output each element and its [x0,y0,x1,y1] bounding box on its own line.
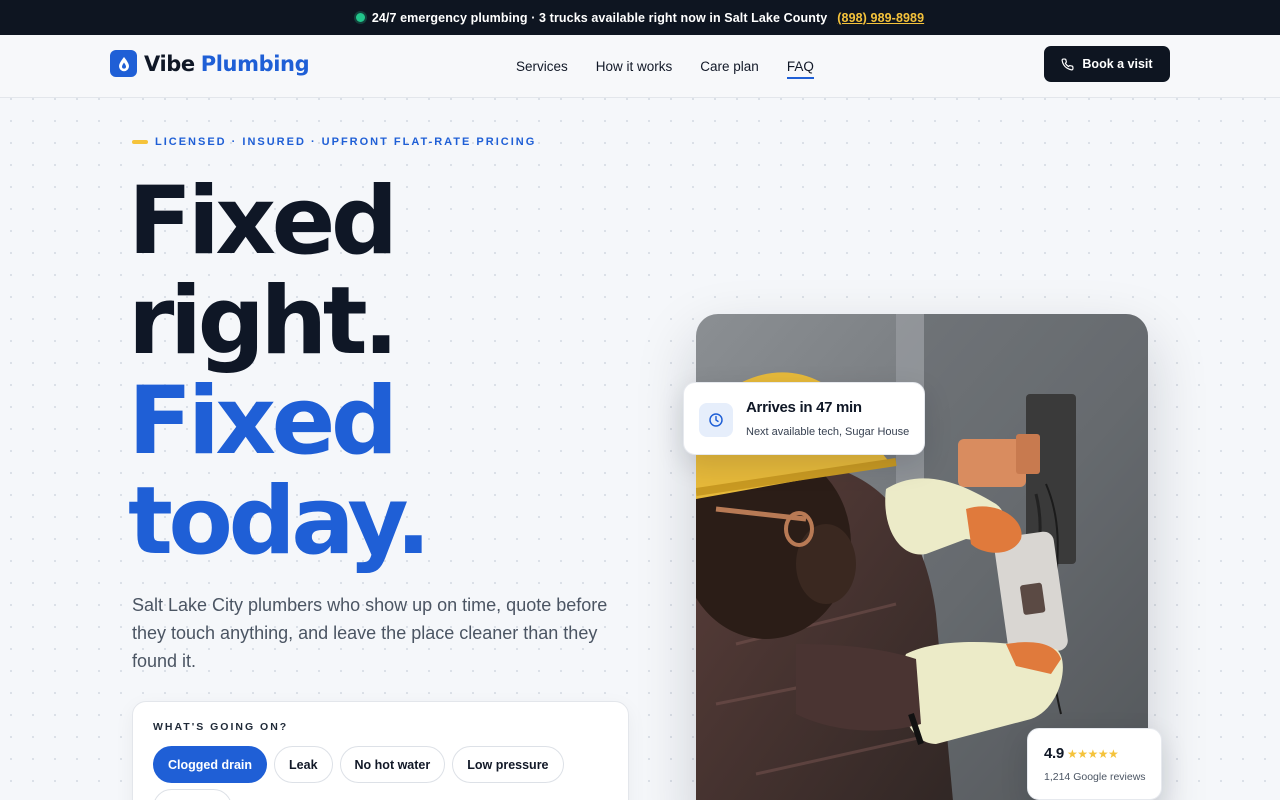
rating-summary: 4.9 ★★★★★ [1044,745,1119,762]
issue-chip-more[interactable] [153,789,232,800]
water-drop-icon [110,50,137,77]
review-count: 1,214 Google reviews [1044,771,1146,783]
star-rating-icon: ★★★★★ [1066,746,1119,761]
hero-eyebrow: LICENSED · INSURED · UPFRONT FLAT-RATE P… [132,135,536,149]
hero-subcopy: Salt Lake City plumbers who show up on t… [132,595,608,671]
phone-icon [1061,57,1074,70]
announcement-bar: 24/7 emergency plumbing · 3 trucks avail… [0,0,1280,35]
hero-headline: Fixed right. Fixed today. [128,172,648,572]
rating-card: 4.9 ★★★★★ 1,214 Google reviews [1027,728,1162,800]
brand-name: Vibe Plumbing [144,51,310,76]
issue-chip-clogged-drain[interactable]: Clogged drain [153,746,268,783]
headline-line-2: right. [128,267,399,376]
issue-options: Clogged drain Leak No hot water Low pres… [153,746,571,783]
clock-icon [699,403,733,437]
issue-chip-low-pressure[interactable]: Low pressure [452,746,564,783]
issue-chip-no-hot-water[interactable]: No hot water [339,746,446,783]
book-visit-label: Book a visit [1082,57,1153,71]
issue-picker-card: WHAT'S GOING ON? Clogged drain Leak No h… [132,701,629,800]
rating-score: 4.9 [1044,745,1064,762]
eta-subtitle: Next available tech, Sugar House [746,426,910,438]
book-visit-button[interactable]: Book a visit [1044,46,1170,82]
main-nav: Services How it works Care plan FAQ [516,35,842,98]
issue-chip-leak[interactable]: Leak [274,746,333,783]
headline-line-4: today. [128,467,431,576]
headline-line-3: Fixed [128,367,398,476]
site-header: Vibe Plumbing Services How it works Care … [0,35,1280,98]
announcement-text: 24/7 emergency plumbing · 3 trucks avail… [371,10,828,25]
eta-card: Arrives in 47 min Next available tech, S… [683,382,925,455]
emergency-phone-link[interactable]: (898) 989-8989 [837,11,924,25]
nav-item-care-plan[interactable]: Care plan [700,59,759,74]
issue-picker-label: WHAT'S GOING ON? [153,721,289,733]
eyebrow-accent-bar [132,140,148,144]
eta-title: Arrives in 47 min [746,399,862,416]
nav-item-how-it-works[interactable]: How it works [596,59,673,74]
headline-line-1: Fixed [128,167,398,276]
nav-item-services[interactable]: Services [516,59,568,74]
eyebrow-text: LICENSED · INSURED · UPFRONT FLAT-RATE P… [155,136,537,148]
nav-item-faq[interactable]: FAQ [786,59,814,79]
brand-logo[interactable]: Vibe Plumbing [110,50,310,77]
availability-status-dot [355,13,365,22]
